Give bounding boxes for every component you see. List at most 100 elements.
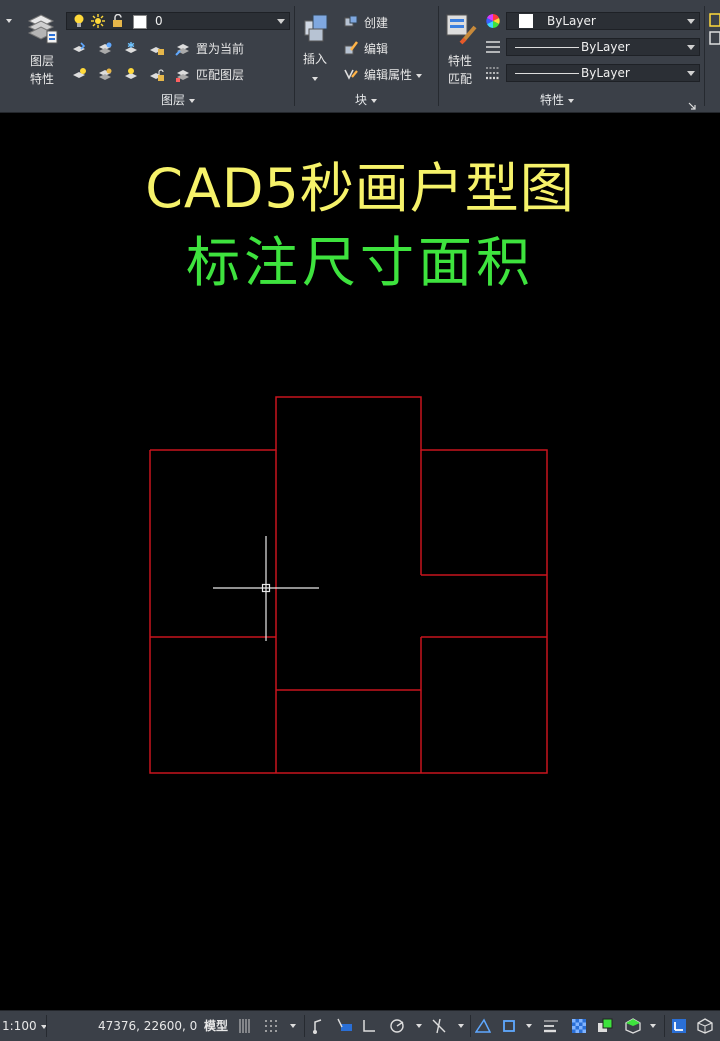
dynamic-input-icon[interactable] <box>336 1017 354 1035</box>
linetype-icon <box>484 38 502 56</box>
layer-properties-label-1[interactable]: 图层 <box>30 52 54 69</box>
match-layer-label[interactable]: 匹配图层 <box>196 66 244 83</box>
match-properties-label-2[interactable]: 匹配 <box>448 70 472 87</box>
polar-tracking-icon[interactable] <box>388 1017 406 1035</box>
edit-attributes-icon[interactable] <box>342 65 360 83</box>
lineweight-toggle-icon[interactable] <box>542 1017 560 1035</box>
set-current-label[interactable]: 置为当前 <box>196 40 244 57</box>
status-bar: 1:100 47376, 22600, 0 模型 <box>0 1010 720 1041</box>
block-panel-expand-icon <box>371 98 377 103</box>
edit-attributes-label[interactable]: 编辑属性 <box>364 66 423 83</box>
ribbon: 图层 特性 0 置为当前 匹配图层 图层 插入 创建 编辑 编辑属性 块 特性 … <box>0 0 720 113</box>
group-panel-icon[interactable] <box>708 12 720 52</box>
annotation-visibility-icon[interactable] <box>696 1017 714 1035</box>
video-title-line-1: CAD5秒画户型图 <box>145 157 575 220</box>
edit-label[interactable]: 编辑 <box>364 40 388 57</box>
polar-dropdown-icon[interactable] <box>410 1017 428 1035</box>
lineweight-value: ByLayer <box>581 66 630 80</box>
insert-dropdown-icon[interactable] <box>312 68 318 87</box>
dynamic-ucs-icon[interactable] <box>670 1017 688 1035</box>
video-title-line-2: 标注尺寸面积 <box>186 231 534 294</box>
object-snap-tracking-icon[interactable] <box>474 1017 492 1035</box>
create-block-icon[interactable] <box>342 13 360 31</box>
properties-panel-title[interactable]: 特性 <box>442 92 672 108</box>
floor-plan-outline <box>149 396 548 774</box>
lineweight-dropdown-arrow-icon <box>687 71 695 76</box>
color-value: ByLayer <box>547 14 596 28</box>
color-dropdown-arrow-icon <box>687 19 695 24</box>
unlock-icon <box>111 13 125 32</box>
layer-isolate-icon[interactable] <box>96 40 114 58</box>
infer-constraints-icon[interactable] <box>310 1017 328 1035</box>
layer-thaw-icon[interactable] <box>122 66 140 84</box>
properties-panel-title-text: 特性 <box>539 93 564 107</box>
ribbon-collapse-arrow-icon[interactable] <box>4 14 14 28</box>
edit-block-icon[interactable] <box>342 39 360 57</box>
linetype-value: ByLayer <box>581 40 630 54</box>
3d-snap-dropdown-icon[interactable] <box>644 1017 662 1035</box>
layer-color-swatch <box>133 15 147 29</box>
panel-separator <box>294 6 295 106</box>
panel-separator <box>438 6 439 106</box>
layers-panel-title[interactable]: 图层 <box>66 92 290 108</box>
layer-freeze-icon[interactable] <box>122 40 140 58</box>
status-divider <box>304 1015 305 1037</box>
lineweight-preview <box>515 73 579 74</box>
grid-display-icon[interactable] <box>236 1017 254 1035</box>
annotation-scale-value: 1:100 <box>2 1019 37 1033</box>
snap-dropdown-icon[interactable] <box>284 1017 302 1035</box>
object-snap-dropdown-icon[interactable] <box>520 1017 538 1035</box>
layers-panel-expand-icon <box>189 98 195 103</box>
layer-on-icon[interactable] <box>70 66 88 84</box>
color-swatch <box>519 14 533 28</box>
layer-properties-icon[interactable] <box>24 10 62 48</box>
match-properties-icon[interactable] <box>442 10 480 48</box>
selection-cycling-icon[interactable] <box>596 1017 614 1035</box>
color-wheel-icon <box>484 12 502 30</box>
match-layer-icon[interactable] <box>174 66 192 84</box>
properties-panel-expand-icon <box>568 98 574 103</box>
linetype-dropdown-arrow-icon <box>687 45 695 50</box>
status-divider <box>470 1015 471 1037</box>
isometric-drafting-icon[interactable] <box>430 1017 448 1035</box>
object-snap-icon[interactable] <box>500 1017 518 1035</box>
insert-block-icon[interactable] <box>298 10 334 46</box>
layer-lock-icon[interactable] <box>148 40 166 58</box>
lineweight-icon <box>484 64 502 82</box>
crosshair-cursor <box>213 536 319 641</box>
isometric-dropdown-icon[interactable] <box>452 1017 470 1035</box>
color-dropdown[interactable]: ByLayer <box>506 12 700 30</box>
block-panel-title-text: 块 <box>354 93 367 107</box>
layer-off-icon[interactable] <box>70 40 88 58</box>
model-space-button[interactable]: 模型 <box>204 1015 228 1037</box>
insert-label[interactable]: 插入 <box>303 50 327 67</box>
linetype-preview <box>515 47 579 48</box>
layer-unisolate-icon[interactable] <box>96 66 114 84</box>
properties-dialog-launcher-icon[interactable] <box>688 95 696 110</box>
linetype-dropdown[interactable]: ByLayer <box>506 38 700 56</box>
layers-panel-title-text: 图层 <box>160 93 185 107</box>
set-current-icon[interactable] <box>174 40 192 58</box>
sun-icon <box>91 14 105 32</box>
3d-object-snap-icon[interactable] <box>624 1017 642 1035</box>
layer-dropdown[interactable]: 0 <box>66 12 290 30</box>
status-divider <box>46 1015 47 1037</box>
annotation-scale[interactable]: 1:100 <box>2 1015 47 1037</box>
transparency-icon[interactable] <box>570 1017 588 1035</box>
layer-unlock-icon[interactable] <box>148 66 166 84</box>
edit-attributes-text: 编辑属性 <box>364 68 413 82</box>
coordinates-readout[interactable]: 47376, 22600, 0 <box>98 1015 197 1037</box>
edit-attributes-dropdown-icon <box>416 73 423 78</box>
status-divider <box>664 1015 665 1037</box>
panel-separator <box>704 6 705 106</box>
lineweight-dropdown[interactable]: ByLayer <box>506 64 700 82</box>
lightbulb-icon <box>73 14 85 32</box>
layer-dropdown-arrow-icon <box>277 19 285 24</box>
layer-properties-label-2[interactable]: 特性 <box>30 70 54 87</box>
block-panel-title[interactable]: 块 <box>298 92 434 108</box>
ortho-mode-icon[interactable] <box>360 1017 378 1035</box>
create-label[interactable]: 创建 <box>364 14 388 31</box>
snap-mode-icon[interactable] <box>262 1017 280 1035</box>
match-properties-label-1[interactable]: 特性 <box>448 52 472 69</box>
current-layer-name: 0 <box>155 14 163 28</box>
